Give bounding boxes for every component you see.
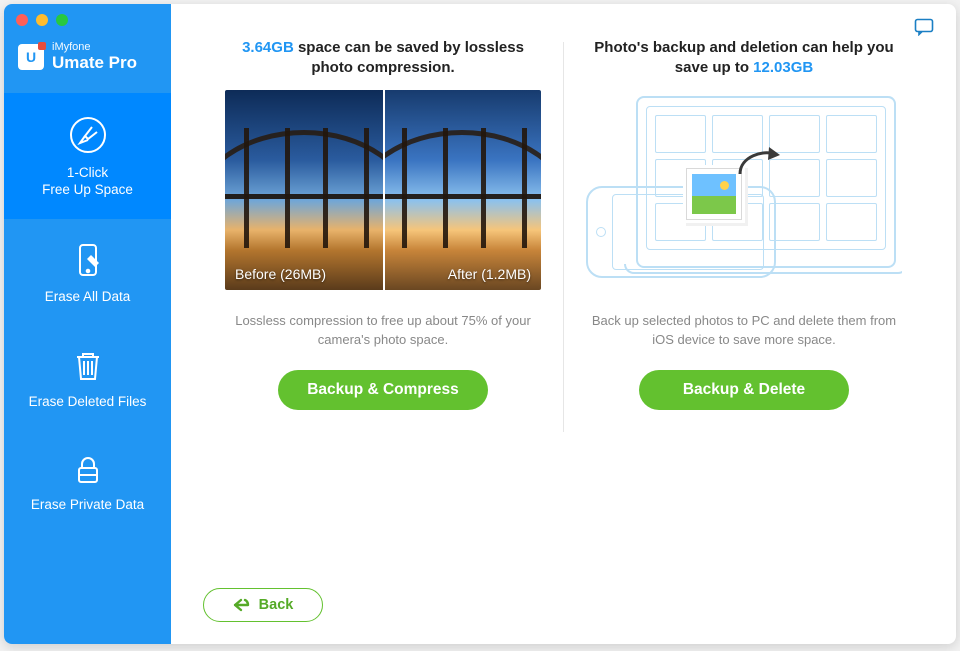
photo-icon: [686, 168, 742, 220]
close-window-button[interactable]: [16, 14, 28, 26]
app-window: U iMyfone Umate Pro 1-Click Free Up Spac…: [4, 4, 956, 644]
headline-pre: Photo's backup and deletion can help you…: [594, 39, 893, 76]
sidebar-item-label: 1-Click Free Up Space: [10, 165, 165, 199]
headline-size: 3.64GB: [242, 39, 294, 56]
headline-rest: space can be saved by lossless photo com…: [294, 39, 524, 76]
sidebar-item-erase-deleted-files[interactable]: Erase Deleted Files: [4, 326, 171, 431]
phone-icon: [586, 186, 776, 278]
brand: U iMyfone Umate Pro: [4, 42, 171, 93]
sidebar-item-label: Erase Deleted Files: [29, 394, 147, 409]
back-label: Back: [259, 597, 294, 613]
before-label: Before (26MB): [235, 266, 326, 282]
sidebar-item-erase-all-data[interactable]: Erase All Data: [4, 219, 171, 326]
headline-compress: 3.64GB space can be saved by lossless ph…: [225, 32, 541, 84]
sidebar-item-free-up-space[interactable]: 1-Click Free Up Space: [4, 93, 171, 219]
brand-main: Umate Pro: [52, 54, 137, 72]
subtext-compress: Lossless compression to free up about 75…: [225, 312, 541, 352]
broom-icon: [10, 115, 165, 155]
trash-icon: [10, 348, 165, 384]
minimize-window-button[interactable]: [36, 14, 48, 26]
sidebar-item-erase-private-data[interactable]: Erase Private Data: [4, 431, 171, 534]
backup-illustration: [586, 90, 902, 290]
subtext-delete: Back up selected photos to PC and delete…: [586, 312, 902, 352]
sidebar-item-label: Erase Private Data: [31, 497, 144, 512]
sidebar-item-label: Erase All Data: [45, 289, 131, 304]
backup-delete-button[interactable]: Backup & Delete: [639, 370, 849, 410]
headline-size: 12.03GB: [753, 59, 813, 76]
panel-backup-delete: Photo's backup and deletion can help you…: [564, 32, 924, 558]
backup-compress-button[interactable]: Backup & Compress: [278, 370, 488, 410]
help-icon[interactable]: [914, 18, 934, 41]
after-label: After (1.2MB): [448, 266, 531, 282]
brand-top: iMyfone: [52, 42, 137, 54]
compression-preview-image: Before (26MB) After (1.2MB): [225, 90, 541, 290]
window-controls: [16, 14, 68, 26]
lock-icon: [10, 453, 165, 487]
sidebar: U iMyfone Umate Pro 1-Click Free Up Spac…: [4, 4, 171, 644]
panel-compress: 3.64GB space can be saved by lossless ph…: [203, 32, 563, 558]
zoom-window-button[interactable]: [56, 14, 68, 26]
transfer-arrow-icon: [736, 144, 784, 182]
phone-erase-icon: [10, 241, 165, 279]
back-button[interactable]: Back: [203, 588, 323, 622]
main-content: 3.64GB space can be saved by lossless ph…: [171, 4, 956, 644]
headline-delete: Photo's backup and deletion can help you…: [586, 32, 902, 84]
brand-logo-icon: U: [18, 44, 44, 70]
back-arrow-icon: [233, 598, 251, 612]
